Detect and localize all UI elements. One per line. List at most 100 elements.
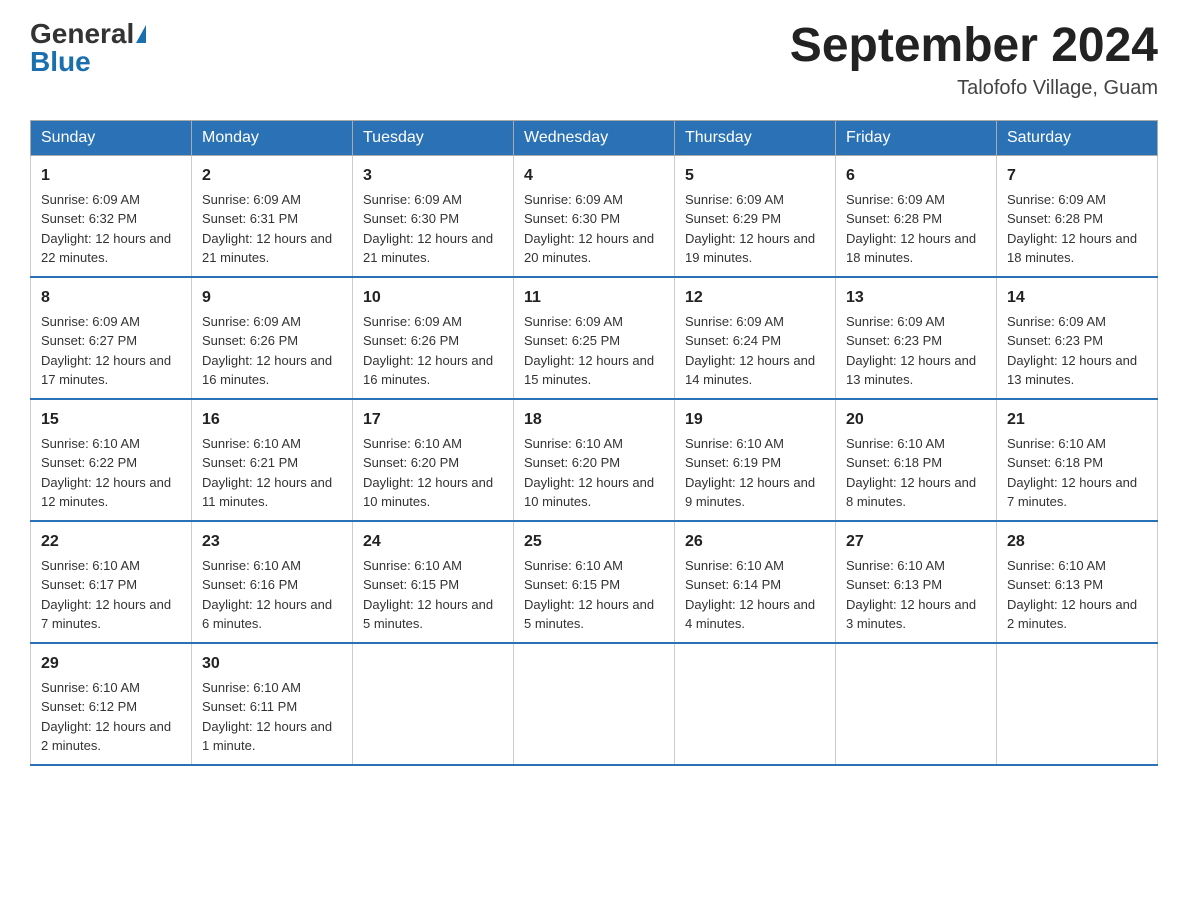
day-info: Sunrise: 6:09 AMSunset: 6:27 PMDaylight:…	[41, 314, 171, 388]
calendar-cell: 9 Sunrise: 6:09 AMSunset: 6:26 PMDaylight…	[192, 277, 353, 399]
day-info: Sunrise: 6:10 AMSunset: 6:22 PMDaylight:…	[41, 436, 171, 510]
day-number: 23	[202, 530, 342, 554]
calendar-cell: 10Sunrise: 6:09 AMSunset: 6:26 PMDayligh…	[353, 277, 514, 399]
day-info: Sunrise: 6:10 AMSunset: 6:15 PMDaylight:…	[524, 558, 654, 632]
day-number: 27	[846, 530, 986, 554]
calendar-cell: 11 Sunrise: 6:09 AMSunset: 6:25 PMDayligh…	[514, 277, 675, 399]
calendar-cell: 12 Sunrise: 6:09 AMSunset: 6:24 PMDayligh…	[675, 277, 836, 399]
day-number: 1	[41, 164, 181, 188]
day-number: 25	[524, 530, 664, 554]
calendar-cell: 1 Sunrise: 6:09 AMSunset: 6:32 PMDaylight…	[31, 155, 192, 277]
day-number: 28	[1007, 530, 1147, 554]
page-header: General Blue September 2024 Talofofo Vil…	[30, 20, 1158, 100]
col-header-thursday: Thursday	[675, 120, 836, 155]
day-number: 12	[685, 286, 825, 310]
day-info: Sunrise: 6:09 AMSunset: 6:25 PMDaylight:…	[524, 314, 654, 388]
location-title: Talofofo Village, Guam	[790, 77, 1158, 100]
calendar-cell: 26Sunrise: 6:10 AMSunset: 6:14 PMDayligh…	[675, 521, 836, 643]
day-info: Sunrise: 6:09 AMSunset: 6:28 PMDaylight:…	[1007, 192, 1137, 266]
calendar-cell	[675, 643, 836, 765]
col-header-sunday: Sunday	[31, 120, 192, 155]
day-info: Sunrise: 6:10 AMSunset: 6:20 PMDaylight:…	[363, 436, 493, 510]
calendar-cell: 19 Sunrise: 6:10 AMSunset: 6:19 PMDayligh…	[675, 399, 836, 521]
day-number: 18	[524, 408, 664, 432]
day-number: 10	[363, 286, 503, 310]
calendar-cell: 15Sunrise: 6:10 AMSunset: 6:22 PMDayligh…	[31, 399, 192, 521]
week-row-5: 29 Sunrise: 6:10 AMSunset: 6:12 PMDayligh…	[31, 643, 1158, 765]
calendar-cell: 3 Sunrise: 6:09 AMSunset: 6:30 PMDaylight…	[353, 155, 514, 277]
day-number: 20	[846, 408, 986, 432]
day-info: Sunrise: 6:09 AMSunset: 6:30 PMDaylight:…	[363, 192, 493, 266]
day-info: Sunrise: 6:10 AMSunset: 6:12 PMDaylight:…	[41, 680, 171, 754]
calendar-cell	[353, 643, 514, 765]
calendar-cell: 14Sunrise: 6:09 AMSunset: 6:23 PMDayligh…	[997, 277, 1158, 399]
day-info: Sunrise: 6:10 AMSunset: 6:13 PMDaylight:…	[846, 558, 976, 632]
day-info: Sunrise: 6:09 AMSunset: 6:26 PMDaylight:…	[202, 314, 332, 388]
day-number: 29	[41, 652, 181, 676]
calendar-cell: 28 Sunrise: 6:10 AMSunset: 6:13 PMDayligh…	[997, 521, 1158, 643]
day-number: 21	[1007, 408, 1147, 432]
day-info: Sunrise: 6:09 AMSunset: 6:24 PMDaylight:…	[685, 314, 815, 388]
day-info: Sunrise: 6:09 AMSunset: 6:32 PMDaylight:…	[41, 192, 171, 266]
col-header-wednesday: Wednesday	[514, 120, 675, 155]
calendar-cell: 23 Sunrise: 6:10 AMSunset: 6:16 PMDayligh…	[192, 521, 353, 643]
calendar-cell: 6Sunrise: 6:09 AMSunset: 6:28 PMDaylight…	[836, 155, 997, 277]
day-number: 5	[685, 164, 825, 188]
week-row-3: 15Sunrise: 6:10 AMSunset: 6:22 PMDayligh…	[31, 399, 1158, 521]
day-info: Sunrise: 6:10 AMSunset: 6:16 PMDaylight:…	[202, 558, 332, 632]
day-number: 17	[363, 408, 503, 432]
day-info: Sunrise: 6:10 AMSunset: 6:20 PMDaylight:…	[524, 436, 654, 510]
calendar-cell	[836, 643, 997, 765]
day-number: 7	[1007, 164, 1147, 188]
logo-general-text: General	[30, 20, 134, 48]
title-section: September 2024 Talofofo Village, Guam	[790, 20, 1158, 100]
calendar-cell: 17 Sunrise: 6:10 AMSunset: 6:20 PMDayligh…	[353, 399, 514, 521]
calendar-cell: 24Sunrise: 6:10 AMSunset: 6:15 PMDayligh…	[353, 521, 514, 643]
calendar-cell: 30 Sunrise: 6:10 AMSunset: 6:11 PMDayligh…	[192, 643, 353, 765]
col-header-monday: Monday	[192, 120, 353, 155]
col-header-tuesday: Tuesday	[353, 120, 514, 155]
day-number: 16	[202, 408, 342, 432]
week-row-4: 22 Sunrise: 6:10 AMSunset: 6:17 PMDayligh…	[31, 521, 1158, 643]
logo: General Blue	[30, 20, 146, 76]
day-info: Sunrise: 6:10 AMSunset: 6:13 PMDaylight:…	[1007, 558, 1137, 632]
logo-triangle-icon	[136, 25, 146, 43]
calendar-cell: 13 Sunrise: 6:09 AMSunset: 6:23 PMDayligh…	[836, 277, 997, 399]
day-number: 11	[524, 286, 664, 310]
day-info: Sunrise: 6:09 AMSunset: 6:30 PMDaylight:…	[524, 192, 654, 266]
day-number: 9	[202, 286, 342, 310]
day-info: Sunrise: 6:10 AMSunset: 6:18 PMDaylight:…	[1007, 436, 1137, 510]
day-info: Sunrise: 6:10 AMSunset: 6:21 PMDaylight:…	[202, 436, 332, 510]
calendar-cell: 7 Sunrise: 6:09 AMSunset: 6:28 PMDaylight…	[997, 155, 1158, 277]
day-number: 30	[202, 652, 342, 676]
calendar-cell	[514, 643, 675, 765]
header-row: SundayMondayTuesdayWednesdayThursdayFrid…	[31, 120, 1158, 155]
month-title: September 2024	[790, 20, 1158, 73]
day-info: Sunrise: 6:10 AMSunset: 6:11 PMDaylight:…	[202, 680, 332, 754]
day-info: Sunrise: 6:10 AMSunset: 6:19 PMDaylight:…	[685, 436, 815, 510]
day-number: 22	[41, 530, 181, 554]
day-number: 8	[41, 286, 181, 310]
day-number: 13	[846, 286, 986, 310]
week-row-2: 8 Sunrise: 6:09 AMSunset: 6:27 PMDaylight…	[31, 277, 1158, 399]
calendar-cell: 16 Sunrise: 6:10 AMSunset: 6:21 PMDayligh…	[192, 399, 353, 521]
day-info: Sunrise: 6:10 AMSunset: 6:18 PMDaylight:…	[846, 436, 976, 510]
col-header-friday: Friday	[836, 120, 997, 155]
logo-blue-text: Blue	[30, 48, 91, 76]
calendar-cell	[997, 643, 1158, 765]
calendar-cell: 2Sunrise: 6:09 AMSunset: 6:31 PMDaylight…	[192, 155, 353, 277]
calendar-cell: 29 Sunrise: 6:10 AMSunset: 6:12 PMDayligh…	[31, 643, 192, 765]
day-info: Sunrise: 6:10 AMSunset: 6:17 PMDaylight:…	[41, 558, 171, 632]
day-number: 3	[363, 164, 503, 188]
day-info: Sunrise: 6:09 AMSunset: 6:29 PMDaylight:…	[685, 192, 815, 266]
calendar-cell: 22 Sunrise: 6:10 AMSunset: 6:17 PMDayligh…	[31, 521, 192, 643]
col-header-saturday: Saturday	[997, 120, 1158, 155]
calendar-table: SundayMondayTuesdayWednesdayThursdayFrid…	[30, 120, 1158, 766]
calendar-cell: 5 Sunrise: 6:09 AMSunset: 6:29 PMDaylight…	[675, 155, 836, 277]
calendar-cell: 25 Sunrise: 6:10 AMSunset: 6:15 PMDayligh…	[514, 521, 675, 643]
week-row-1: 1 Sunrise: 6:09 AMSunset: 6:32 PMDaylight…	[31, 155, 1158, 277]
day-number: 2	[202, 164, 342, 188]
day-info: Sunrise: 6:09 AMSunset: 6:23 PMDaylight:…	[846, 314, 976, 388]
day-number: 14	[1007, 286, 1147, 310]
day-number: 19	[685, 408, 825, 432]
